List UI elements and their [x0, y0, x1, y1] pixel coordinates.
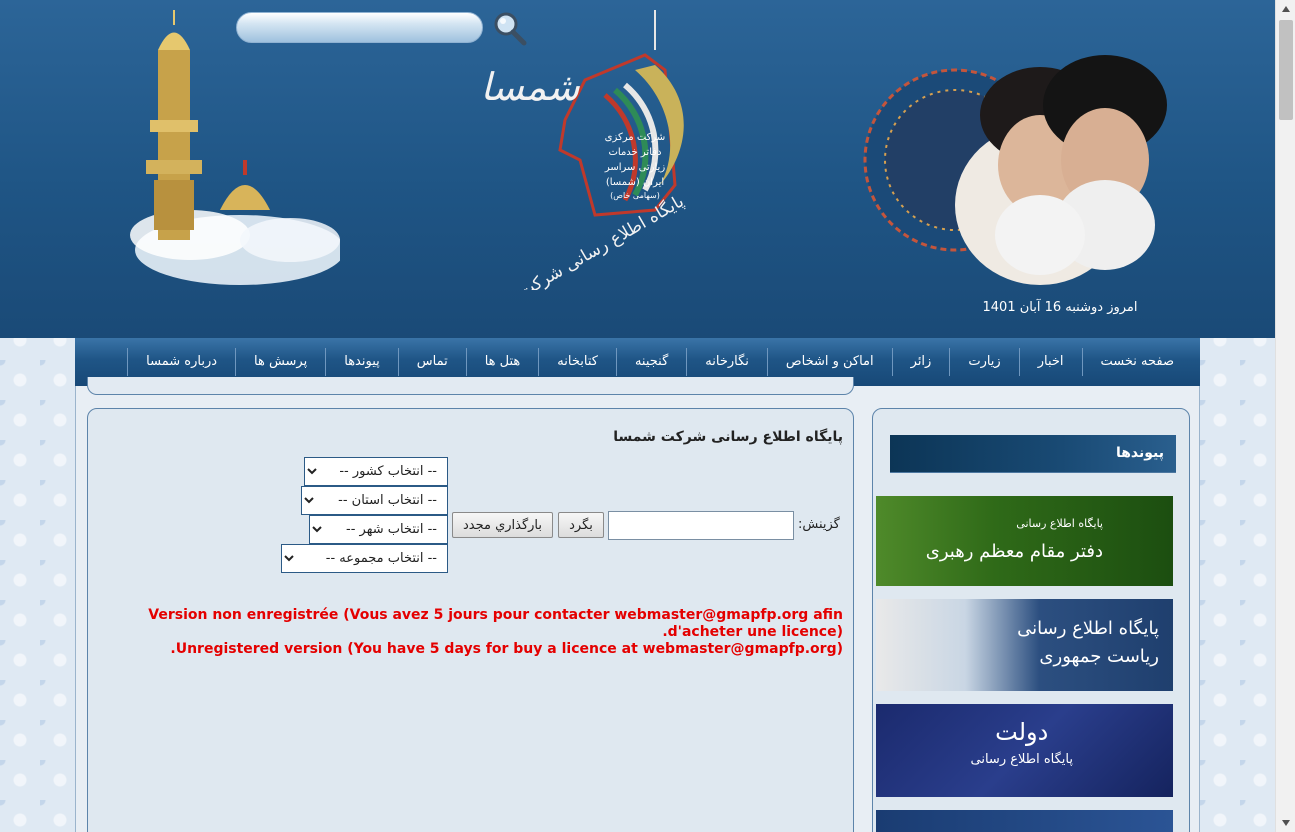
- scroll-up-icon[interactable]: [1276, 0, 1295, 18]
- option-label: گزينش:: [798, 517, 840, 532]
- nav-item-pilgrim[interactable]: زائر: [891, 348, 950, 376]
- page-title: پایگاه اطلاع رسانی شرکت شمسا: [613, 429, 843, 445]
- portrait-banner: [863, 55, 1167, 285]
- banner-line: پایگاه اطلاع رسانی: [970, 752, 1073, 767]
- svg-text:زیارتی سراسر: زیارتی سراسر: [604, 162, 666, 173]
- province-select[interactable]: -- انتخاب استان --: [301, 486, 448, 515]
- svg-text:دفاتر خدمات: دفاتر خدمات: [608, 147, 661, 158]
- country-select[interactable]: -- انتخاب کشور --: [304, 457, 448, 486]
- shamsa-logo: شرکت مرکزی دفاتر خدمات زیارتی سراسر ایرا…: [467, 10, 688, 290]
- city-select[interactable]: -- انتخاب شهر --: [309, 515, 448, 544]
- warning-line-en: Unregistered version (You have 5 days fo…: [170, 641, 843, 657]
- page-scrollbar[interactable]: [1275, 0, 1295, 832]
- nav-item-gallery[interactable]: نگارخانه: [686, 348, 767, 376]
- minaret-illustration: [130, 10, 340, 285]
- current-date: امروز دوشنبه 16 آبان 1401: [982, 300, 1138, 315]
- banner-presidency[interactable]: پایگاه اطلاع رسانی ریاست جمهوری: [876, 599, 1173, 691]
- links-title: پیوندها: [1115, 445, 1164, 461]
- banner-partial[interactable]: [876, 810, 1173, 832]
- group-select[interactable]: -- انتخاب مجموعه --: [281, 544, 448, 573]
- scroll-down-icon[interactable]: [1276, 814, 1295, 832]
- links-sidebar: پیوندها پایگاه اطلاع رسانی دفتر مقام معظ…: [872, 408, 1190, 832]
- nav-item-faq[interactable]: پرسش ها: [235, 348, 325, 376]
- nav-item-library[interactable]: کتابخانه: [538, 348, 616, 376]
- nav-item-places[interactable]: اماکن و اشخاص: [766, 348, 892, 376]
- nav-item-home[interactable]: صفحه نخست: [1081, 348, 1192, 376]
- banner-line: پایگاه اطلاع رسانی: [1016, 517, 1103, 530]
- svg-text:پایگاه اطلاع رسانی شرکت مرکزی: پایگاه اطلاع رسانی شرکت مرکزی: [467, 190, 688, 290]
- warning-line-fr: Version non enregistrée (Vous avez 5 jou…: [148, 607, 843, 640]
- logo-title: شمسا: [480, 65, 580, 109]
- banner-line: پایگاه اطلاع رسانی: [1017, 618, 1159, 639]
- svg-text:ایران (شمسا): ایران (شمسا): [606, 177, 664, 188]
- banner-line: ریاست جمهوری: [1039, 646, 1159, 667]
- nav-list: صفحه نخست اخبار زیارت زائر اماکن و اشخاص…: [127, 348, 1192, 376]
- svg-text:(سهامی خاص): (سهامی خاص): [610, 191, 660, 200]
- search-button[interactable]: بگرد: [558, 512, 604, 538]
- links-header: پیوندها: [890, 435, 1176, 473]
- option-input[interactable]: [608, 511, 794, 540]
- banner-line: دفتر مقام معظم رهبری: [925, 541, 1103, 562]
- nav-item-links[interactable]: پیوندها: [325, 348, 398, 376]
- banner-government[interactable]: دولت پایگاه اطلاع رسانی: [876, 704, 1173, 797]
- nav-bottom-strip: [87, 377, 854, 395]
- nav-item-treasury[interactable]: گنجینه: [615, 348, 686, 376]
- site-header: شرکت مرکزی دفاتر خدمات زیارتی سراسر ایرا…: [0, 0, 1275, 338]
- nav-item-pilgrimage[interactable]: زیارت: [949, 348, 1018, 376]
- nav-item-about[interactable]: درباره شمسا: [127, 348, 235, 376]
- banner-leader-office[interactable]: پایگاه اطلاع رسانی دفتر مقام معظم رهبری: [876, 496, 1173, 586]
- reload-button[interactable]: بارگذاري مجدد: [452, 512, 553, 538]
- nav-item-news[interactable]: اخبار: [1018, 348, 1082, 376]
- logo-badge-text: شرکت مرکزی: [605, 132, 666, 143]
- banner-line: دولت: [995, 718, 1049, 746]
- unregistered-warning: Version non enregistrée (Vous avez 5 jou…: [123, 607, 843, 658]
- scroll-thumb[interactable]: [1279, 20, 1293, 120]
- nav-item-hotels[interactable]: هتل ها: [465, 348, 539, 376]
- main-content-panel: پایگاه اطلاع رسانی شرکت شمسا -- انتخاب ک…: [87, 408, 854, 832]
- nav-item-contact[interactable]: تماس: [397, 348, 466, 376]
